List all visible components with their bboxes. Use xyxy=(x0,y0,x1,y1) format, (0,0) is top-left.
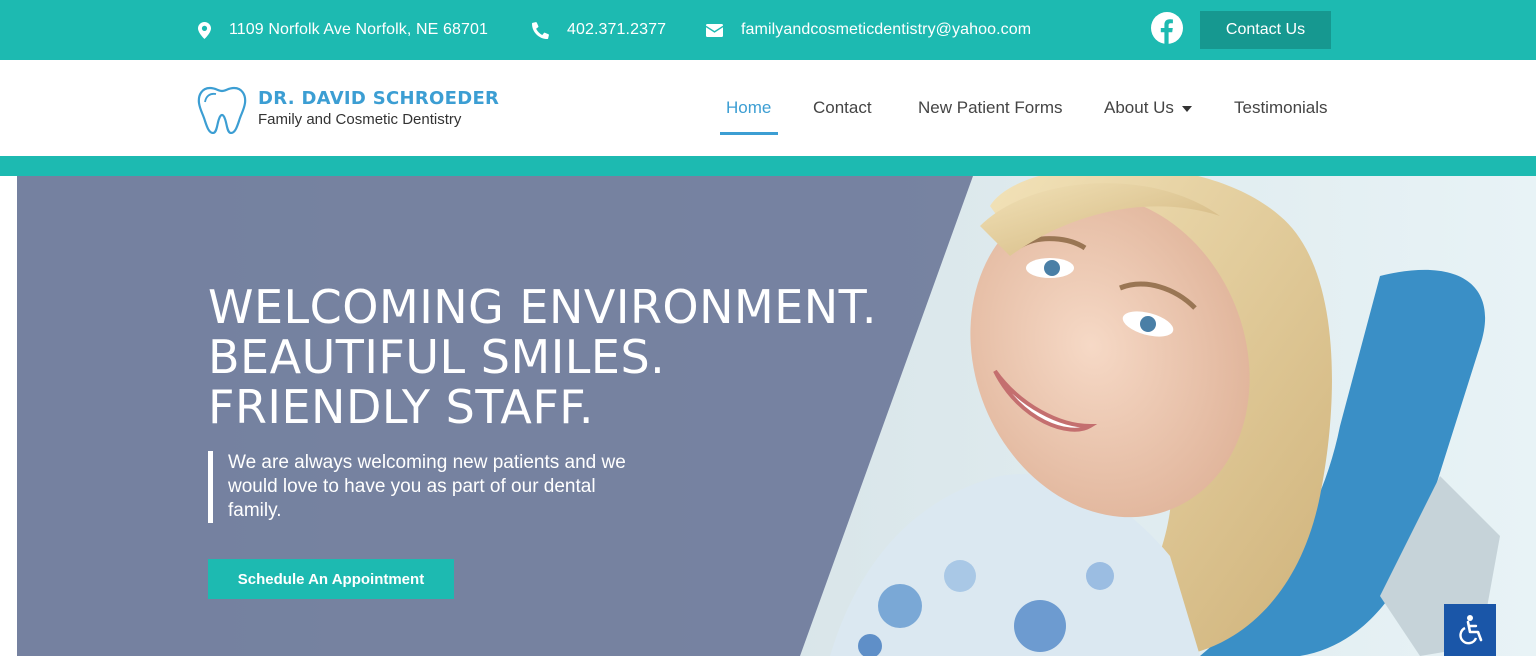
nav-about-us[interactable]: About Us xyxy=(1104,98,1192,118)
map-pin-icon xyxy=(198,21,211,39)
hero-subtext: We are always welcoming new patients and… xyxy=(208,451,648,523)
caret-down-icon xyxy=(1181,105,1192,112)
headline-line-2: BEAUTIFUL SMILES. xyxy=(208,330,666,384)
nav-testimonials[interactable]: Testimonials xyxy=(1234,98,1328,118)
address-item[interactable]: 1109 Norfolk Ave Norfolk, NE 68701 xyxy=(198,0,488,60)
wheelchair-icon xyxy=(1459,615,1483,645)
nav-about-us-label: About Us xyxy=(1104,98,1174,117)
main-navigation: Home Contact New Patient Forms About Us … xyxy=(0,60,1536,156)
hero-headline: WELCOMING ENVIRONMENT. BEAUTIFUL SMILES.… xyxy=(208,282,877,432)
headline-line-1: WELCOMING ENVIRONMENT. xyxy=(208,280,877,334)
nav-contact[interactable]: Contact xyxy=(813,98,872,118)
phone-icon xyxy=(532,21,549,39)
active-nav-underline xyxy=(720,132,778,135)
facebook-icon[interactable] xyxy=(1151,12,1183,44)
contact-us-button[interactable]: Contact Us xyxy=(1200,11,1331,49)
nav-home[interactable]: Home xyxy=(726,98,771,118)
headline-line-3: FRIENDLY STAFF. xyxy=(208,380,594,434)
email-text: familyandcosmeticdentistry@yahoo.com xyxy=(741,21,1032,38)
hero-section: WELCOMING ENVIRONMENT. BEAUTIFUL SMILES.… xyxy=(0,176,1536,656)
schedule-appointment-button[interactable]: Schedule An Appointment xyxy=(208,559,454,599)
phone-text: 402.371.2377 xyxy=(567,21,667,38)
accessibility-button[interactable] xyxy=(1444,604,1496,656)
top-contact-bar: 1109 Norfolk Ave Norfolk, NE 68701 402.3… xyxy=(0,0,1536,60)
header-divider-strip xyxy=(0,156,1536,176)
phone-item[interactable]: 402.371.2377 xyxy=(532,0,666,60)
email-item[interactable]: familyandcosmeticdentistry@yahoo.com xyxy=(706,0,1031,60)
envelope-icon xyxy=(706,23,723,37)
address-text: 1109 Norfolk Ave Norfolk, NE 68701 xyxy=(229,21,488,38)
nav-new-patient-forms[interactable]: New Patient Forms xyxy=(918,98,1063,118)
site-header: DR. DAVID SCHROEDER Family and Cosmetic … xyxy=(0,60,1536,156)
